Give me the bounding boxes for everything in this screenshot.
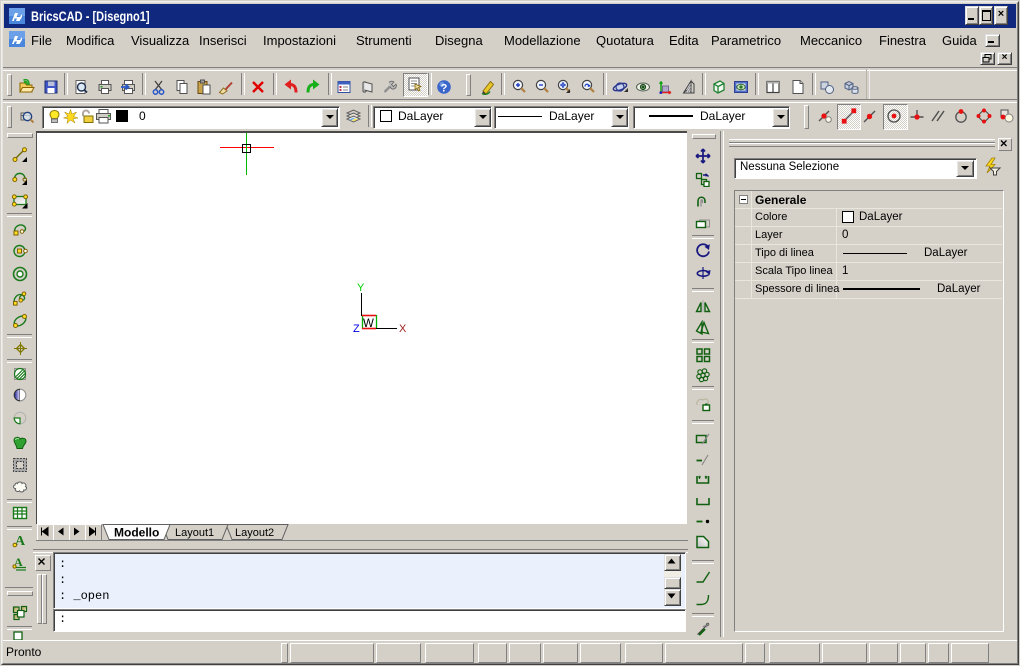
svg-text:Y: Y — [357, 282, 365, 294]
svg-text:Layout1: Layout1 — [175, 527, 214, 539]
svg-text:?: ? — [441, 83, 448, 95]
svg-text:Layout2: Layout2 — [235, 527, 274, 539]
svg-text:Modello: Modello — [114, 526, 159, 540]
svg-text:W: W — [363, 318, 374, 330]
svg-text:X: X — [399, 323, 407, 335]
svg-text:Z: Z — [353, 323, 360, 335]
